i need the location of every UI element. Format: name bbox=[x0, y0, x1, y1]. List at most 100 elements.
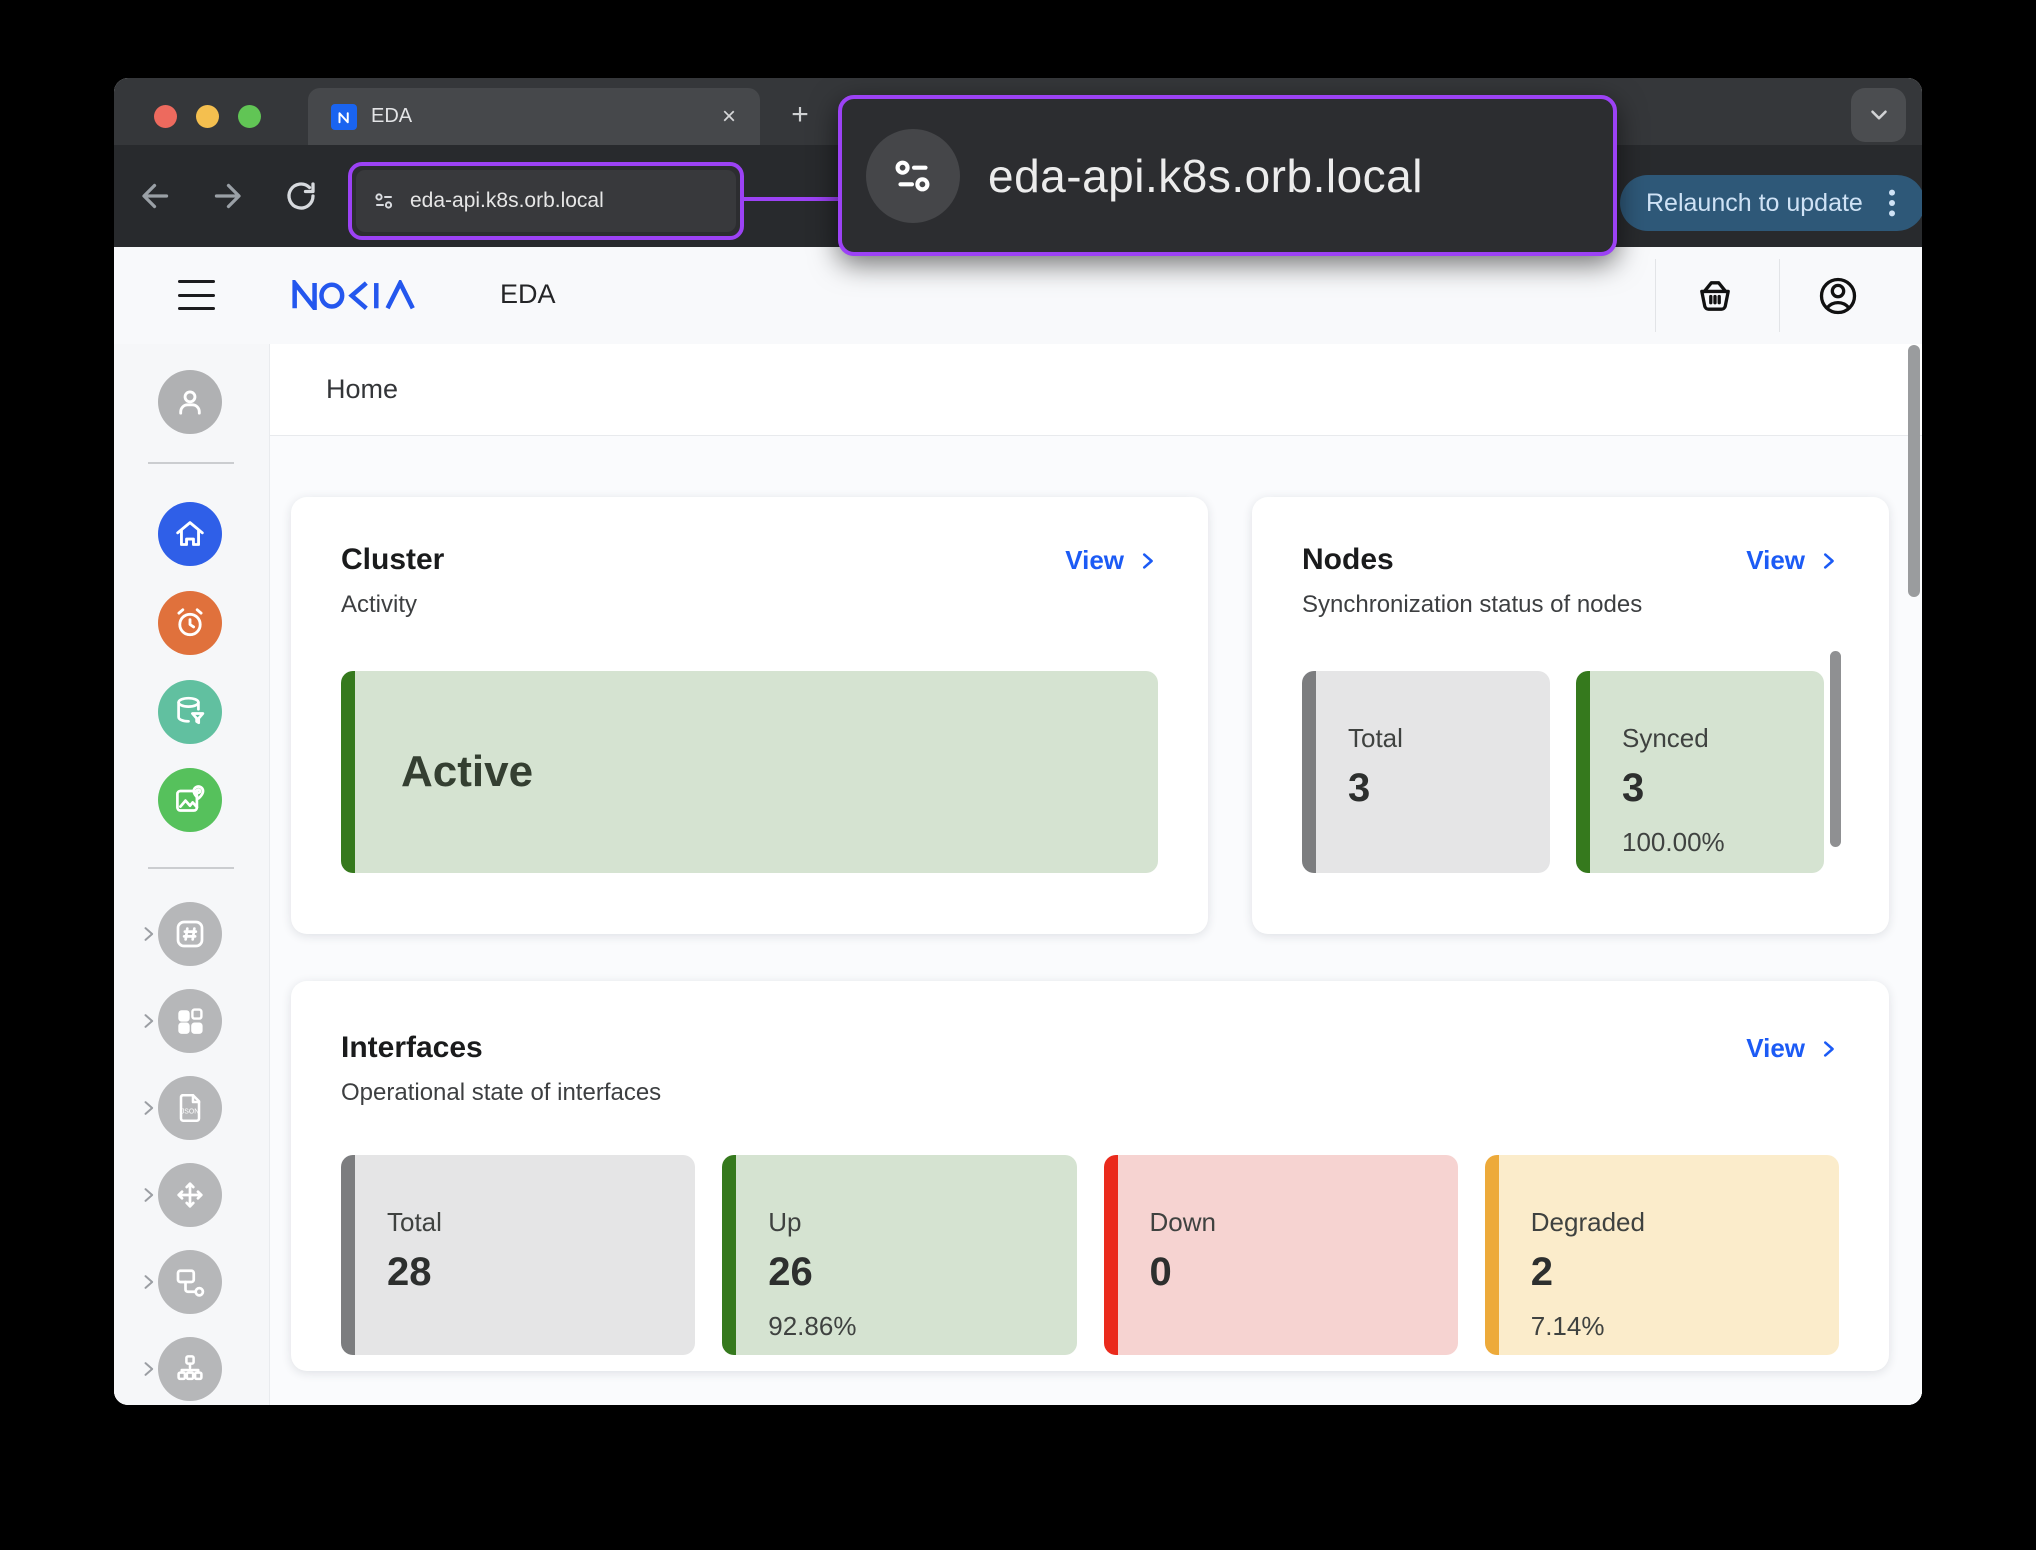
tile-label: Down bbox=[1150, 1207, 1458, 1238]
interfaces-up-tile: Up 26 92.86% bbox=[722, 1155, 1076, 1355]
store-basket-button[interactable] bbox=[1693, 274, 1737, 318]
app-body: JSON bbox=[114, 344, 1922, 1405]
relaunch-to-update-button[interactable]: Relaunch to update bbox=[1620, 175, 1922, 231]
sidebar-divider bbox=[148, 867, 234, 869]
eda-favicon bbox=[331, 104, 357, 130]
card-scrollbar-thumb[interactable] bbox=[1830, 651, 1841, 847]
tile-value: 28 bbox=[387, 1250, 695, 1295]
breadcrumb: Home bbox=[270, 344, 1922, 436]
sidebar-group-move[interactable] bbox=[158, 1163, 222, 1227]
hamburger-menu-button[interactable] bbox=[178, 280, 215, 310]
interfaces-view-link[interactable]: View bbox=[1746, 1033, 1839, 1064]
page-scrollbar-thumb[interactable] bbox=[1908, 345, 1920, 597]
browser-tab-eda[interactable]: EDA × bbox=[308, 88, 760, 145]
header-divider bbox=[1655, 259, 1656, 332]
account-button[interactable] bbox=[1816, 274, 1860, 318]
interfaces-total-tile: Total 28 bbox=[341, 1155, 695, 1355]
apps-grid-icon bbox=[172, 1003, 208, 1039]
url-bar-highlight: eda-api.k8s.orb.local bbox=[348, 162, 744, 240]
tile-label: Total bbox=[387, 1207, 695, 1238]
kebab-menu-icon bbox=[1879, 188, 1905, 218]
nodes-card-subtitle: Synchronization status of nodes bbox=[1302, 591, 1839, 619]
workflow-icon bbox=[172, 1264, 208, 1300]
forward-button[interactable] bbox=[209, 178, 245, 214]
window-minimize-button[interactable] bbox=[196, 105, 219, 128]
window-zoom-button[interactable] bbox=[238, 105, 261, 128]
cluster-card-subtitle: Activity bbox=[341, 591, 1158, 619]
expand-chevron-icon[interactable] bbox=[138, 924, 158, 944]
tile-value: 26 bbox=[768, 1250, 1076, 1295]
forward-arrow-icon bbox=[209, 178, 245, 214]
window-close-button[interactable] bbox=[154, 105, 177, 128]
sidebar: JSON bbox=[114, 344, 270, 1405]
sidebar-item-home[interactable] bbox=[158, 502, 222, 566]
sidebar-user-avatar[interactable] bbox=[158, 370, 222, 434]
sidebar-group-apps[interactable] bbox=[158, 989, 222, 1053]
tile-percent: 7.14% bbox=[1531, 1311, 1839, 1342]
sidebar-item-queries[interactable] bbox=[158, 680, 222, 744]
sidebar-group-tree[interactable] bbox=[158, 1337, 222, 1401]
url-bar[interactable]: eda-api.k8s.orb.local bbox=[356, 170, 736, 232]
app-header: NOKIA EDA bbox=[114, 247, 1922, 344]
chevron-right-icon bbox=[1817, 1038, 1839, 1060]
url-text: eda-api.k8s.orb.local bbox=[410, 189, 604, 213]
sidebar-group-workflow[interactable] bbox=[158, 1250, 222, 1314]
main-content: Home Cluster View bbox=[270, 344, 1922, 1405]
back-button[interactable] bbox=[138, 178, 174, 214]
tab-search-chevron-button[interactable] bbox=[1851, 88, 1906, 142]
view-label: View bbox=[1746, 545, 1805, 576]
breadcrumb-home[interactable]: Home bbox=[326, 374, 398, 405]
cluster-card: Cluster View Activity Active bbox=[291, 497, 1208, 934]
tile-value: 0 bbox=[1150, 1250, 1458, 1295]
chevron-right-icon bbox=[1136, 550, 1158, 572]
sidebar-item-alarms[interactable] bbox=[158, 591, 222, 655]
relaunch-label: Relaunch to update bbox=[1646, 189, 1863, 218]
new-tab-button[interactable]: + bbox=[782, 98, 818, 134]
interfaces-down-tile: Down 0 bbox=[1104, 1155, 1458, 1355]
expand-chevron-icon[interactable] bbox=[138, 1272, 158, 1292]
site-settings-badge bbox=[866, 129, 960, 223]
database-filter-icon bbox=[172, 694, 208, 730]
sidebar-group-json[interactable]: JSON bbox=[158, 1076, 222, 1140]
reload-icon bbox=[283, 178, 319, 214]
sidebar-item-topology-map[interactable] bbox=[158, 768, 222, 832]
tile-label: Synced bbox=[1622, 723, 1824, 754]
dashboard-page: Cluster View Activity Active bbox=[270, 436, 1922, 1405]
svg-text:JSON: JSON bbox=[181, 1108, 199, 1115]
header-divider bbox=[1779, 259, 1780, 332]
cluster-view-link[interactable]: View bbox=[1065, 545, 1158, 576]
chevron-right-icon bbox=[1817, 550, 1839, 572]
cluster-status-tile: Active bbox=[341, 671, 1158, 873]
nodes-view-link[interactable]: View bbox=[1746, 545, 1839, 576]
hash-square-icon bbox=[172, 916, 208, 952]
screenshot-canvas: EDA × + eda-api.k8s.orb.local bbox=[0, 0, 2036, 1550]
account-circle-icon bbox=[1816, 274, 1860, 318]
interfaces-card-title: Interfaces bbox=[341, 1031, 661, 1065]
tile-value: 2 bbox=[1531, 1250, 1839, 1295]
reload-button[interactable] bbox=[283, 178, 319, 214]
cluster-card-title: Cluster bbox=[341, 543, 444, 577]
tab-close-icon[interactable]: × bbox=[714, 102, 744, 132]
nodes-synced-tile: Synced 3 100.00% bbox=[1576, 671, 1824, 873]
tile-value: 3 bbox=[1348, 766, 1550, 811]
expand-chevron-icon[interactable] bbox=[138, 1011, 158, 1031]
site-settings-icon bbox=[372, 189, 396, 213]
callout-url-text: eda-api.k8s.orb.local bbox=[988, 149, 1423, 203]
tile-percent: 92.86% bbox=[768, 1311, 1076, 1342]
expand-chevron-icon[interactable] bbox=[138, 1098, 158, 1118]
alarm-clock-icon bbox=[172, 605, 208, 641]
org-tree-icon bbox=[172, 1351, 208, 1387]
callout-connector-line bbox=[740, 197, 840, 201]
app-title: EDA bbox=[500, 279, 556, 310]
image-location-icon bbox=[172, 782, 208, 818]
expand-chevron-icon[interactable] bbox=[138, 1359, 158, 1379]
sidebar-group-hash[interactable] bbox=[158, 902, 222, 966]
expand-chevron-icon[interactable] bbox=[138, 1185, 158, 1205]
eda-app: NOKIA EDA bbox=[114, 247, 1922, 1405]
json-file-icon: JSON bbox=[172, 1090, 208, 1126]
home-icon bbox=[172, 516, 208, 552]
view-label: View bbox=[1065, 545, 1124, 576]
sidebar-divider bbox=[148, 462, 234, 464]
tab-title: EDA bbox=[371, 105, 714, 128]
basket-icon bbox=[1693, 274, 1737, 318]
